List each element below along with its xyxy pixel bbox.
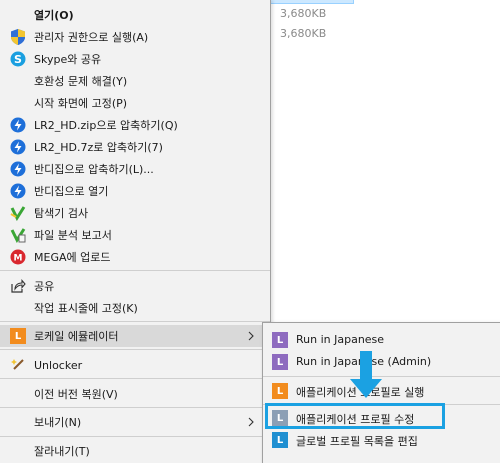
bandizip-icon (10, 117, 26, 133)
menu-item-label: 공유 (34, 280, 55, 293)
chevron-right-icon (248, 331, 254, 341)
menu-item-zip-compress[interactable]: LR2_HD.zip으로 압축하기(Q) (0, 114, 270, 136)
context-menu: 열기(O) 관리자 권한으로 실행(A) S Skype와 공유 호환성 문제 … (0, 0, 271, 463)
submenu-item-run-japanese[interactable]: L Run in Japanese (263, 329, 500, 351)
menu-separator (0, 378, 270, 379)
menu-separator (0, 321, 270, 322)
menu-item-label: 이전 버전 복원(V) (34, 388, 118, 401)
skype-icon: S (10, 51, 26, 67)
menu-item-label: 작업 표시줄에 고정(K) (34, 302, 138, 315)
menu-item-bandizip-open[interactable]: 반디집으로 열기 (0, 180, 270, 202)
menu-item-7z-compress[interactable]: LR2_HD.7z로 압축하기(7) (0, 136, 270, 158)
menu-item-explorer-scan[interactable]: 탐색기 검사 (0, 202, 270, 224)
menu-item-label: 보내기(N) (34, 416, 82, 429)
menu-item-label: 반디집으로 열기 (34, 185, 109, 198)
menu-separator (0, 407, 270, 408)
menu-item-label: 관리자 권한으로 실행(A) (34, 31, 149, 44)
locale-blue-icon: L (272, 432, 288, 448)
menu-item-skype-share[interactable]: S Skype와 공유 (0, 48, 270, 70)
mega-icon: M (10, 249, 26, 265)
locale-emulator-icon: L (10, 328, 26, 344)
file-size: 3,680KB (280, 27, 327, 40)
submenu-item-edit-global-profiles[interactable]: L 글로벌 프로필 목록을 편집 (263, 429, 500, 451)
svg-text:S: S (14, 53, 22, 66)
menu-item-cut[interactable]: 잘라내기(T) (0, 440, 270, 462)
menu-item-file-analysis-report[interactable]: 파일 분석 보고서 (0, 224, 270, 246)
selected-file-row[interactable] (270, 0, 354, 4)
menu-item-label: 파일 분석 보고서 (34, 229, 112, 242)
report-icon (10, 227, 26, 243)
uac-shield-icon (10, 29, 26, 45)
menu-item-label: 반디집으로 압축하기(L)... (34, 163, 154, 176)
menu-item-label: 호환성 문제 해결(Y) (34, 75, 128, 88)
menu-item-mega-upload[interactable]: M MEGA에 업로드 (0, 246, 270, 268)
menu-item-locale-emulator[interactable]: L 로케일 에뮬레이터 (0, 325, 270, 347)
menu-item-label: LR2_HD.zip으로 압축하기(Q) (34, 119, 178, 132)
annotation-down-arrow-icon (350, 351, 382, 398)
menu-item-label: 탐색기 검사 (34, 207, 89, 220)
scan-icon (10, 205, 26, 221)
menu-item-label: MEGA에 업로드 (34, 251, 111, 264)
bandizip-icon (10, 183, 26, 199)
menu-item-unlocker[interactable]: Unlocker (0, 354, 270, 376)
annotation-highlight-box (265, 403, 445, 429)
menu-item-label: 시작 화면에 고정(P) (34, 97, 128, 110)
menu-item-share[interactable]: 공유 (0, 275, 270, 297)
menu-item-label: 열기(O) (34, 9, 74, 22)
menu-item-bandizip-compress[interactable]: 반디집으로 압축하기(L)... (0, 158, 270, 180)
menu-item-pin-taskbar[interactable]: 작업 표시줄에 고정(K) (0, 297, 270, 319)
locale-purple-icon: L (272, 332, 288, 348)
bandizip-icon (10, 161, 26, 177)
menu-separator (0, 270, 270, 271)
menu-item-pin-start[interactable]: 시작 화면에 고정(P) (0, 92, 270, 114)
menu-separator (0, 436, 270, 437)
submenu-item-label: Run in Japanese (296, 333, 385, 346)
menu-separator (0, 349, 270, 350)
menu-item-run-as-admin[interactable]: 관리자 권한으로 실행(A) (0, 26, 270, 48)
chevron-right-icon (248, 417, 254, 427)
menu-item-label: Unlocker (34, 358, 83, 372)
menu-item-restore-previous[interactable]: 이전 버전 복원(V) (0, 383, 270, 405)
bandizip-icon (10, 139, 26, 155)
unlocker-wand-icon (10, 357, 26, 373)
menu-item-compat-troubleshoot[interactable]: 호환성 문제 해결(Y) (0, 70, 270, 92)
menu-item-label: 잘라내기(T) (34, 445, 90, 458)
locale-purple-icon: L (272, 354, 288, 370)
svg-text:M: M (14, 254, 23, 264)
menu-item-label: Skype와 공유 (34, 53, 102, 66)
menu-item-label: 로케일 에뮬레이터 (34, 330, 119, 343)
share-icon (10, 278, 26, 294)
locale-orange-icon: L (272, 383, 288, 399)
submenu-item-label: 글로벌 프로필 목록을 편집 (296, 435, 418, 448)
menu-item-send-to[interactable]: 보내기(N) (0, 411, 270, 433)
menu-item-label: LR2_HD.7z로 압축하기(7) (34, 141, 163, 154)
menu-item-open[interactable]: 열기(O) (0, 4, 270, 26)
file-size: 3,680KB (280, 7, 327, 20)
